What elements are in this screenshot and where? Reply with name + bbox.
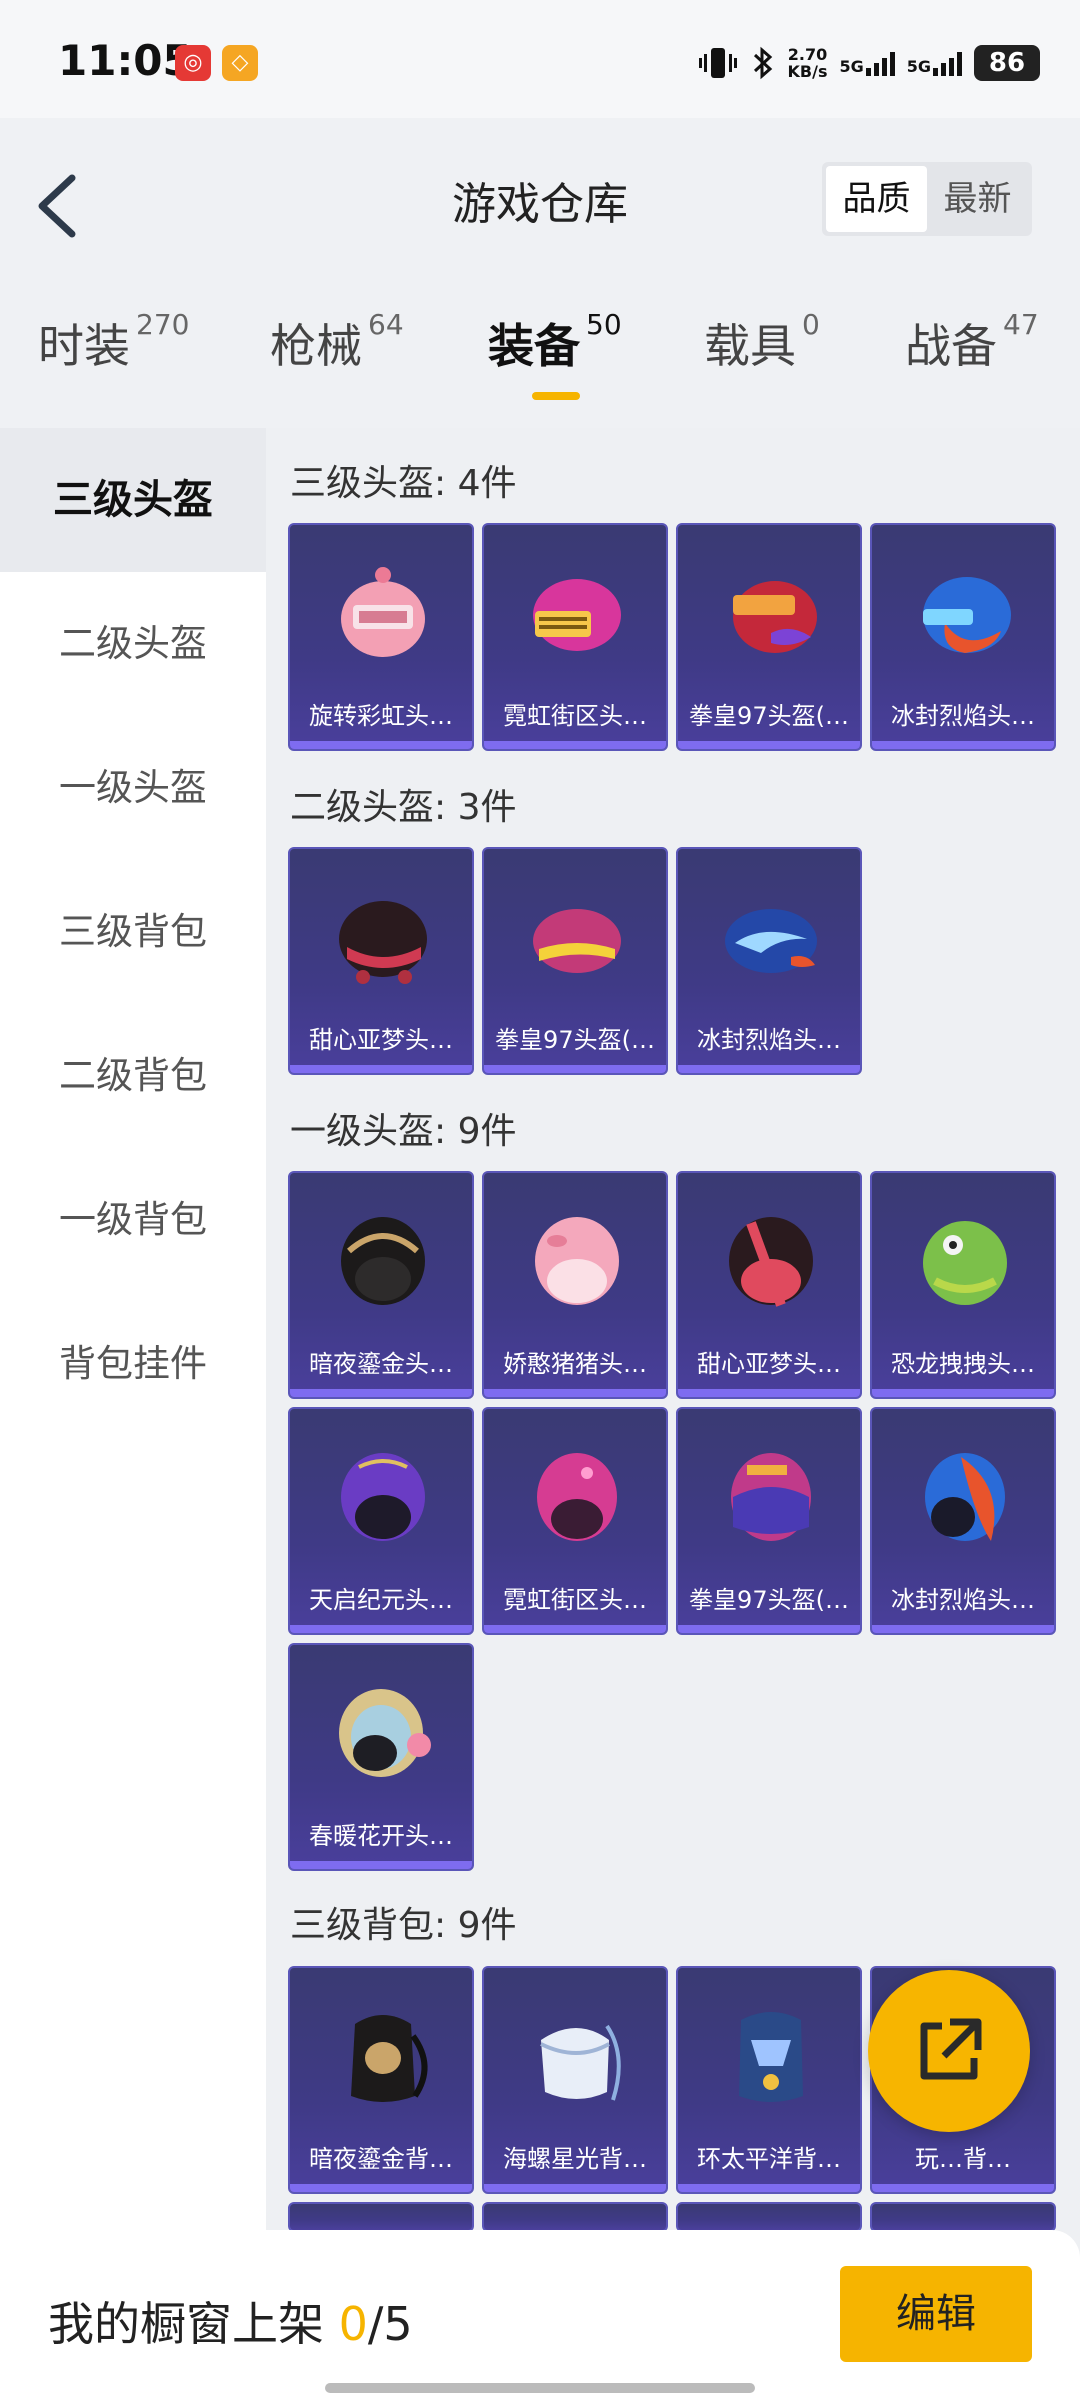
share-button[interactable]: [868, 1970, 1030, 2132]
item-card[interactable]: 娇憨猪猪头…: [482, 1171, 668, 1399]
item-card[interactable]: 恐龙拽拽头…: [870, 1171, 1056, 1399]
bottom-bar: 我的橱窗上架 0/5 编辑: [0, 2230, 1080, 2400]
sort-toggle[interactable]: 品质 最新: [822, 162, 1032, 236]
sidebar-item-level2-helmet[interactable]: 二级头盔: [0, 572, 266, 716]
backpack-icon: [540, 2024, 621, 2101]
backpack-icon: [351, 2015, 428, 2102]
signal-5g-2: 5G: [907, 50, 962, 76]
item-card[interactable]: 旋转彩虹头…: [288, 523, 474, 751]
backpack-icon: [739, 2012, 803, 2102]
helmet-icon: [925, 1453, 1005, 1541]
item-card[interactable]: 海螺星光背…: [482, 1966, 668, 2194]
item-card[interactable]: 冰封烈焰头…: [676, 847, 862, 1075]
helmet-icon: [533, 909, 621, 973]
sidebar-item-backpack-charm[interactable]: 背包挂件: [0, 1292, 266, 1436]
item-card[interactable]: 霓虹街区头…: [482, 523, 668, 751]
tab-vehicles[interactable]: 载具 0: [704, 308, 820, 376]
helmet-icon: [339, 1689, 431, 1777]
sort-quality-button[interactable]: 品质: [826, 166, 927, 232]
item-card[interactable]: 环太平洋背…: [676, 1966, 862, 2194]
sort-newest-button[interactable]: 最新: [927, 166, 1028, 232]
helmet-icon: [341, 1217, 425, 1305]
sidebar-item-level3-helmet[interactable]: 三级头盔: [0, 428, 266, 572]
signal-bars-icon: [865, 50, 895, 76]
helmet-icon: [725, 909, 817, 973]
item-card[interactable]: [870, 2202, 1056, 2232]
helmet-icon: [923, 1221, 1007, 1305]
helmet-icon: [733, 581, 817, 653]
helmet-icon: [341, 1453, 425, 1541]
section-title: 一级头盔: 9件: [290, 1111, 517, 1152]
edit-button[interactable]: 编辑: [840, 2266, 1032, 2362]
sidebar-item-level3-backpack[interactable]: 三级背包: [0, 860, 266, 1004]
helmet-icon: [729, 1217, 813, 1307]
tab-tactical[interactable]: 战备 47: [905, 308, 1039, 376]
sidebar-item-level1-backpack[interactable]: 一级背包: [0, 1148, 266, 1292]
sidebar-item-level1-helmet[interactable]: 一级头盔: [0, 716, 266, 860]
status-time: 11:05: [58, 36, 192, 85]
category-tabs: 时装 270 枪械 64 装备 50 载具 0 战备 47: [0, 308, 1080, 400]
helmet-icon: [341, 567, 425, 657]
helmet-icon: [923, 577, 1011, 653]
bluetooth-icon: [753, 46, 772, 80]
item-card[interactable]: 拳皇97头盔(…: [676, 523, 862, 751]
active-tab-indicator: [532, 392, 580, 400]
helmet-icon: [339, 901, 427, 984]
item-card[interactable]: [482, 2202, 668, 2232]
helmet-icon: [537, 1453, 617, 1541]
battery-icon: 86: [974, 45, 1040, 81]
item-card[interactable]: 霓虹街区头…: [482, 1407, 668, 1635]
section-title: 二级头盔: 3件: [290, 787, 517, 828]
netease-music-icon: ◎: [175, 45, 211, 81]
item-grid-panel: 三级头盔: 4件 旋转彩虹头… 霓虹街区头… 拳皇97头盔(… 冰封烈焰头… 二…: [266, 428, 1080, 2232]
signal-bars-icon: [933, 50, 962, 76]
tab-equipment[interactable]: 装备 50: [488, 308, 622, 376]
item-card[interactable]: 甜心亚梦头…: [676, 1171, 862, 1399]
status-bar: 11:05 ◎ ◇ 2.70 KB/s 5G 5G 86: [0, 0, 1080, 118]
tab-firearms[interactable]: 枪械 64: [270, 308, 404, 376]
network-speed: 2.70 KB/s: [787, 45, 828, 81]
item-card[interactable]: 春暖花开头…: [288, 1643, 474, 1871]
tab-fashion[interactable]: 时装 270: [38, 308, 189, 376]
item-card[interactable]: 甜心亚梦头…: [288, 847, 474, 1075]
vibrate-icon: [698, 48, 737, 78]
item-card[interactable]: [288, 2202, 474, 2232]
notification-app-icon: ◇: [222, 45, 258, 81]
helmet-icon: [533, 579, 621, 651]
item-card[interactable]: 拳皇97头盔(…: [482, 847, 668, 1075]
item-card[interactable]: 冰封烈焰头…: [870, 523, 1056, 751]
share-external-icon: [920, 2018, 982, 2080]
helmet-icon: [731, 1453, 811, 1541]
item-card[interactable]: 拳皇97头盔(…: [676, 1407, 862, 1635]
header: 游戏仓库 品质 最新 时装 270 枪械 64 装备 50 载具 0 战备 47: [0, 118, 1080, 428]
home-indicator[interactable]: [325, 2383, 755, 2393]
signal-5g-1: 5G: [839, 50, 895, 76]
section-title: 三级头盔: 4件: [290, 463, 517, 504]
section-title: 三级背包: 9件: [290, 1905, 517, 1946]
item-card[interactable]: 暗夜鎏金背…: [288, 1966, 474, 2194]
item-card[interactable]: 天启纪元头…: [288, 1407, 474, 1635]
item-card[interactable]: [676, 2202, 862, 2232]
item-card[interactable]: 冰封烈焰头…: [870, 1407, 1056, 1635]
sidebar-item-level2-backpack[interactable]: 二级背包: [0, 1004, 266, 1148]
sidebar: 三级头盔 二级头盔 一级头盔 三级背包 二级背包 一级背包 背包挂件: [0, 428, 266, 2372]
item-card[interactable]: 暗夜鎏金头…: [288, 1171, 474, 1399]
helmet-icon: [535, 1217, 619, 1305]
showcase-status: 我的橱窗上架 0/5: [48, 2297, 413, 2351]
